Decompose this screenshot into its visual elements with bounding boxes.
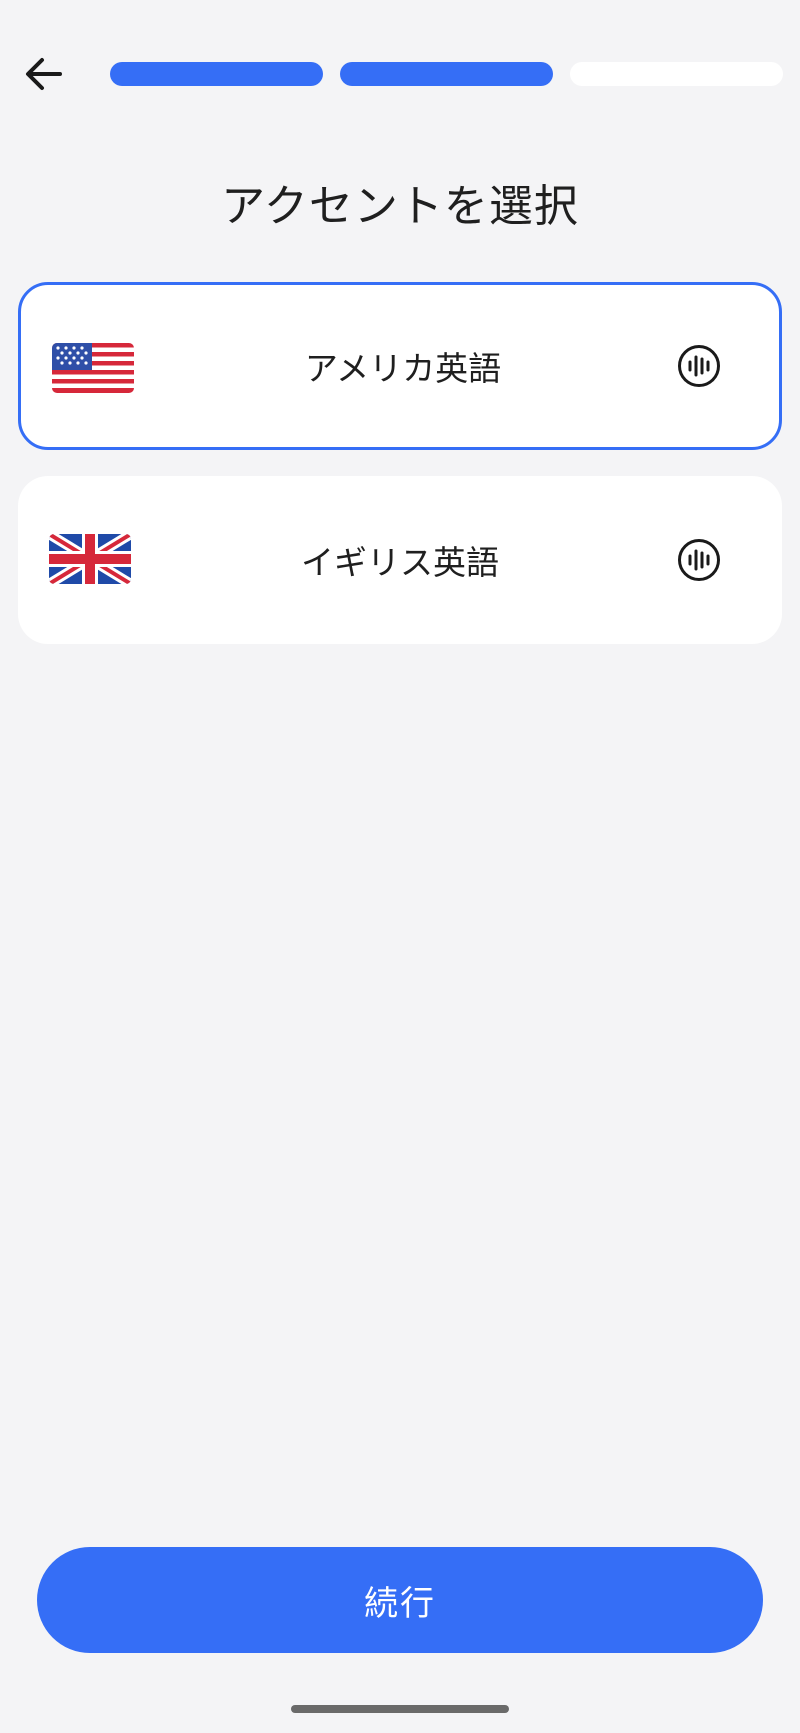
option-american-english[interactable]: アメリカ英語 (18, 282, 782, 450)
progress-step-3 (570, 62, 783, 86)
back-button[interactable] (14, 44, 74, 104)
accent-selection-screen: アクセントを選択 アメリカ英語 イギリス英語 続行 (0, 0, 800, 1733)
option-label: アメリカ英語 (304, 349, 502, 388)
page-title: アクセントを選択 (221, 181, 579, 232)
audio-wave-icon[interactable] (677, 538, 721, 582)
option-british-english[interactable]: イギリス英語 (18, 476, 782, 644)
progress-step-1 (110, 62, 323, 86)
continue-button[interactable]: 続行 (37, 1547, 763, 1653)
option-label: イギリス英語 (301, 543, 499, 582)
uk-flag-icon (49, 534, 131, 584)
progress-step-2 (340, 62, 553, 86)
arrow-left-icon (26, 58, 62, 90)
home-indicator (291, 1705, 509, 1713)
audio-wave-icon[interactable] (677, 344, 721, 388)
us-flag-icon (52, 343, 134, 393)
progress-bar (110, 62, 783, 86)
